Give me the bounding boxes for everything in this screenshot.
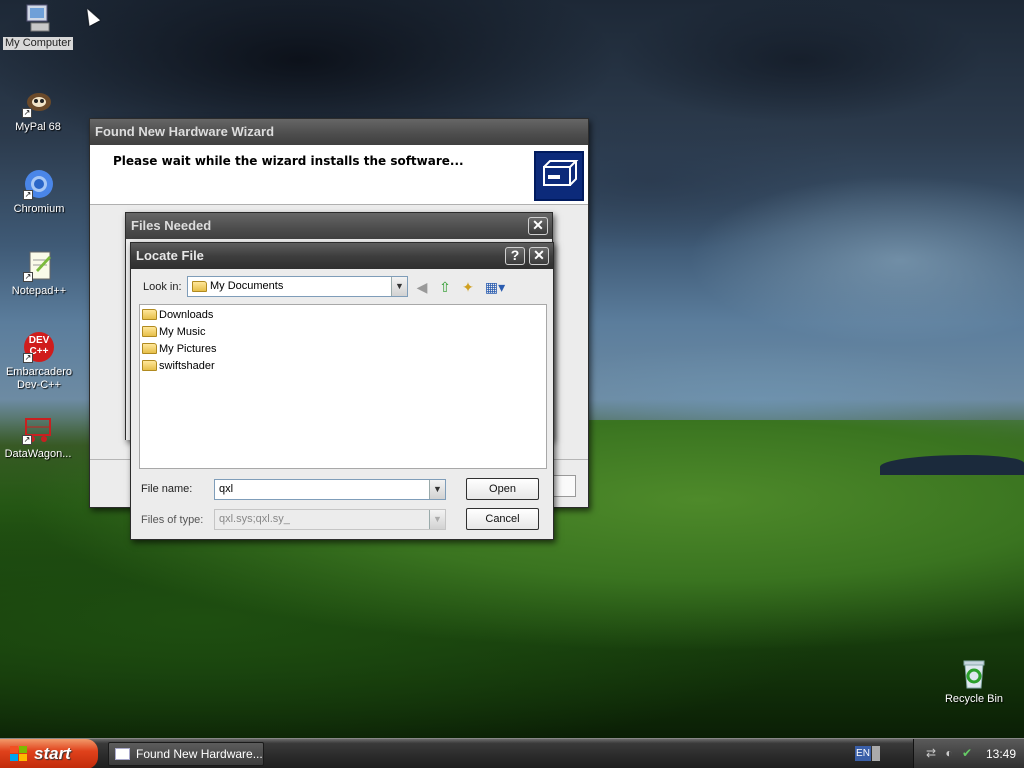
up-folder-icon[interactable]: ⇧ [436, 278, 454, 296]
open-button[interactable]: Open [466, 478, 539, 500]
look-in-dropdown[interactable]: My Documents ▼ [187, 276, 408, 297]
shortcut-arrow-icon: ↗ [23, 272, 33, 282]
start-label: start [34, 744, 71, 763]
system-tray: ⇄ ◐ ✔ 13:49 [913, 739, 1024, 768]
window-icon [115, 748, 130, 760]
cancel-button[interactable]: Cancel [466, 508, 539, 530]
language-bar-handle[interactable] [872, 746, 880, 761]
locate-file-title: Locate File [136, 248, 204, 263]
desktop-icon-devcpp[interactable]: DEV C++ ↗ Embarcadero Dev-C++ [1, 331, 77, 392]
file-name-label: File name: [141, 483, 193, 495]
desktop-icon-mypal[interactable]: ↗ MyPal 68 [0, 86, 76, 134]
folder-icon [142, 360, 157, 371]
clock[interactable]: 13:49 [986, 739, 1016, 768]
views-menu-icon[interactable]: ▦▾ [483, 278, 507, 296]
list-item-my-music[interactable]: My Music [142, 324, 205, 340]
locate-file-dialog[interactable]: Locate File ? ✕ Look in: My Documents ▼ … [130, 242, 554, 540]
devcpp-label-line1: Embarcadero [5, 366, 73, 378]
file-name-value: qxl [219, 483, 234, 495]
folder-icon [142, 309, 157, 320]
chevron-down-icon[interactable]: ▼ [429, 480, 445, 499]
new-folder-icon[interactable]: ✦ [459, 278, 477, 296]
back-icon[interactable]: ◀ [413, 278, 431, 296]
notepad-plus-plus-icon: ↗ [23, 250, 55, 282]
chevron-down-icon[interactable]: ▼ [391, 277, 407, 296]
shortcut-arrow-icon: ↗ [23, 353, 33, 363]
taskbar: start Found New Hardware... EN ⇄ ◐ ✔ 13:… [0, 738, 1024, 768]
my-documents-folder-icon [192, 281, 207, 292]
files-of-type-dropdown[interactable]: qxl.sys;qxl.sy_ ▼ [214, 509, 446, 530]
wizard-header-text: Please wait while the wizard installs th… [113, 154, 464, 168]
desktop-far-hills [880, 455, 1024, 475]
datawagon-icon: ↗ [22, 413, 54, 445]
look-in-label: Look in: [143, 281, 182, 293]
shortcut-arrow-icon: ↗ [22, 108, 32, 118]
taskbar-item-wizard[interactable]: Found New Hardware... [108, 742, 264, 766]
file-list[interactable]: Downloads My Music My Pictures swiftshad… [139, 304, 547, 469]
mypal-icon: ↗ [22, 86, 54, 118]
taskbar-item-label: Found New Hardware... [136, 747, 263, 761]
devcpp-icon: DEV C++ ↗ [23, 331, 55, 363]
music-folder-icon [142, 326, 157, 337]
desktop-icon-notepadpp[interactable]: ↗ Notepad++ [1, 250, 77, 298]
wizard-titlebar[interactable]: Found New Hardware Wizard [90, 119, 588, 145]
computer-icon [22, 2, 54, 34]
safely-remove-hardware-icon[interactable]: ✔ [960, 747, 974, 760]
windows-flag-icon [10, 746, 28, 762]
chromium-icon: ↗ [23, 168, 55, 200]
desktop-icon-recycle-bin[interactable]: Recycle Bin [936, 658, 1012, 706]
language-indicator[interactable]: EN [855, 746, 871, 761]
locate-file-close-button[interactable]: ✕ [529, 247, 549, 265]
pictures-folder-icon [142, 343, 157, 354]
desktop-icon-my-computer[interactable]: My Computer [0, 2, 76, 50]
list-item-my-pictures[interactable]: My Pictures [142, 341, 216, 357]
files-needed-title: Files Needed [131, 218, 212, 233]
locate-file-titlebar[interactable]: Locate File ? ✕ [131, 243, 553, 269]
list-item-swiftshader[interactable]: swiftshader [142, 358, 215, 374]
wizard-title: Found New Hardware Wizard [95, 124, 275, 139]
chevron-down-icon[interactable]: ▼ [429, 510, 445, 529]
files-needed-titlebar[interactable]: Files Needed ✕ [126, 213, 552, 239]
desktop-icon-datawagon[interactable]: ↗ DataWagon... [0, 413, 76, 461]
help-button[interactable]: ? [505, 247, 525, 265]
volume-icon[interactable]: ◐ [942, 747, 956, 760]
wizard-header: Please wait while the wizard installs th… [90, 145, 588, 205]
look-in-value: My Documents [210, 280, 284, 292]
file-name-input[interactable]: qxl ▼ [214, 479, 446, 500]
list-item-downloads[interactable]: Downloads [142, 307, 213, 323]
devcpp-label-line2: Dev-C++ [16, 379, 62, 391]
shortcut-arrow-icon: ↗ [22, 435, 32, 445]
files-of-type-value: qxl.sys;qxl.sy_ [219, 513, 290, 525]
start-button[interactable]: start [0, 739, 98, 768]
files-needed-close-button[interactable]: ✕ [528, 217, 548, 235]
desktop-icon-chromium[interactable]: ↗ Chromium [1, 168, 77, 216]
network-icon[interactable]: ⇄ [924, 747, 938, 760]
recycle-bin-icon [958, 658, 990, 690]
hardware-install-icon [534, 151, 584, 201]
files-of-type-label: Files of type: [141, 514, 204, 526]
shortcut-arrow-icon: ↗ [23, 190, 33, 200]
